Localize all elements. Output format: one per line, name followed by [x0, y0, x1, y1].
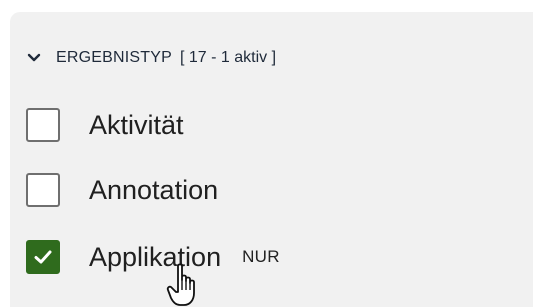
- check-icon: [34, 250, 52, 264]
- option-applikation[interactable]: Applikation NUR: [26, 238, 280, 276]
- only-button[interactable]: NUR: [242, 247, 280, 267]
- chevron-down-icon: [26, 50, 42, 66]
- filter-title: ERGEBNISTYP: [56, 49, 173, 66]
- option-aktivitaet[interactable]: Aktivität: [26, 106, 184, 144]
- filter-section-toggle[interactable]: ERGEBNISTYP [ 17 - 1 aktiv ]: [26, 46, 276, 70]
- checkbox-applikation[interactable]: [26, 240, 60, 274]
- checkbox-aktivitaet[interactable]: [26, 108, 60, 142]
- option-label: Annotation: [89, 174, 219, 205]
- option-label: Aktivität: [89, 109, 184, 140]
- checkbox-annotation[interactable]: [26, 173, 60, 207]
- option-label: Applikation: [89, 241, 222, 272]
- option-annotation[interactable]: Annotation: [26, 171, 218, 209]
- filter-count: [ 17 - 1 aktiv ]: [180, 49, 277, 66]
